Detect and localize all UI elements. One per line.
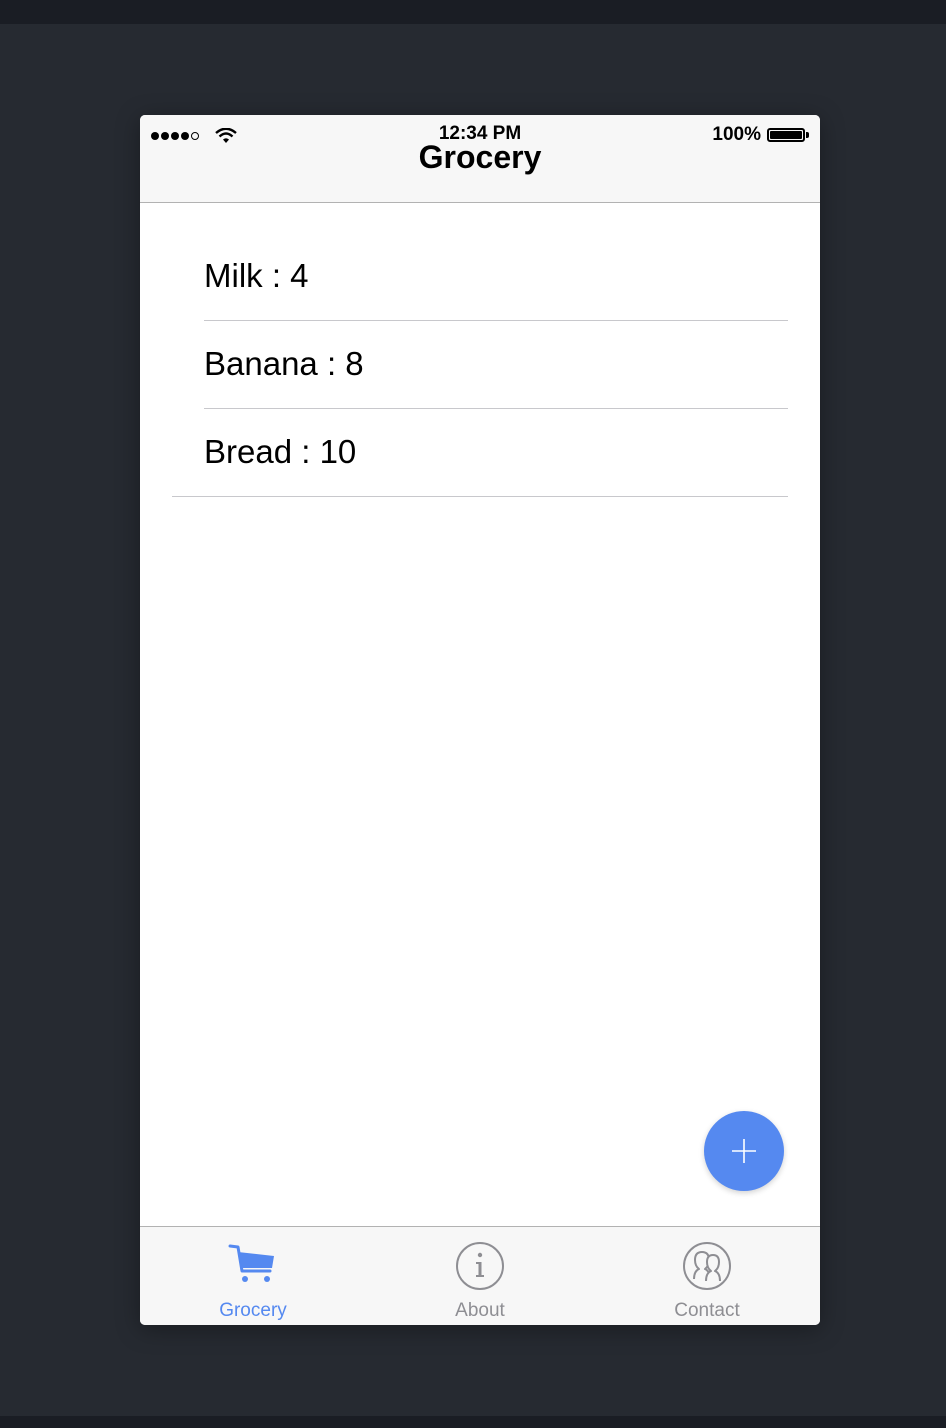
list-item-label: Banana : 8: [204, 345, 364, 382]
tab-contact[interactable]: Contact: [594, 1227, 820, 1325]
tab-grocery[interactable]: Grocery: [140, 1227, 366, 1325]
contacts-icon: [683, 1242, 731, 1290]
cart-icon: [228, 1244, 274, 1282]
plus-icon: [732, 1139, 756, 1163]
list-item[interactable]: Bread : 10: [140, 409, 820, 497]
add-item-button[interactable]: [704, 1111, 784, 1191]
tab-about[interactable]: About: [367, 1227, 593, 1325]
window-top-bar: [0, 0, 946, 24]
list-item[interactable]: Banana : 8: [140, 321, 820, 409]
list-item[interactable]: Milk : 4: [140, 233, 820, 321]
info-icon: [456, 1242, 504, 1290]
battery-tip: [806, 132, 809, 138]
list-item-label: Bread : 10: [204, 433, 357, 470]
navigation-bar: 12:34 PM 100% Grocery: [140, 115, 820, 203]
list-item-label: Milk : 4: [204, 257, 309, 294]
page-title: Grocery: [418, 139, 542, 175]
grocery-list: Milk : 4 Banana : 8 Bread : 10: [140, 233, 820, 497]
tab-label: Contact: [674, 1300, 740, 1321]
battery-fill: [770, 131, 802, 139]
phone-screen: 12:34 PM 100% Grocery Milk : 4 Banana : …: [140, 115, 820, 1325]
list-separator: [172, 496, 788, 497]
tab-bar: Grocery About Contact: [140, 1226, 820, 1325]
tab-label: About: [455, 1300, 505, 1321]
tab-label: Grocery: [219, 1300, 287, 1321]
window-bottom-bar: [0, 1416, 946, 1428]
